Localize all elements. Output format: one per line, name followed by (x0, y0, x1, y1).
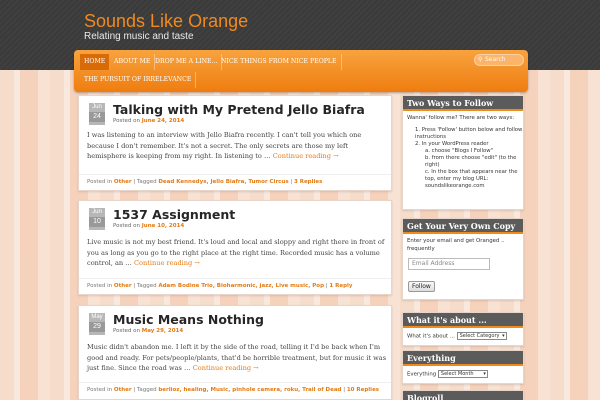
tag-links[interactable]: Adam Bodine Trio, Bioharmonic, jazz, Liv… (158, 283, 324, 289)
widget-title: Two Ways to Follow (403, 96, 523, 111)
follow-step-1: 1. Press 'Follow' button below and follo… (415, 126, 523, 140)
post-meta: Posted on June 10, 2014 (113, 223, 184, 229)
post-month: Jun (92, 104, 102, 110)
post-title[interactable]: Talking with My Pretend Jello Biafra (113, 102, 365, 117)
nav-item-nice-things[interactable]: Nice things from nice people (217, 54, 342, 70)
post-date-badge: Jun 24 (89, 103, 105, 125)
follow-step-2b: b. from there choose "edit" (to the righ… (425, 154, 517, 168)
archive-row: Everything Select Month ▾ (403, 366, 523, 382)
post-footer: Posted in Other | Tagged Adam Bodine Tri… (79, 278, 391, 293)
post-day: 29 (89, 322, 105, 332)
tagged-label: | Tagged (133, 387, 157, 393)
follow-step-2: 2. In your WordPress reader (415, 140, 489, 147)
replies-link[interactable]: 10 Replies (347, 387, 379, 393)
category-label: What it's about ... (407, 333, 455, 340)
replies-link[interactable]: 3 Replies (294, 179, 322, 185)
widget-title: Everything (403, 351, 523, 366)
continue-reading-link[interactable]: Continue reading → (134, 259, 200, 267)
category-link[interactable]: Other (114, 179, 132, 185)
post-month: May (91, 314, 103, 320)
widget-two-ways-to-follow: Two Ways to Follow Wanna' follow me? The… (402, 95, 524, 210)
follow-step-2c: c. In the box that appears near the top,… (425, 168, 518, 189)
continue-reading-link[interactable]: Continue reading → (273, 152, 339, 160)
tagged-label: | Tagged (133, 283, 157, 289)
site-title[interactable]: Sounds Like Orange (84, 11, 248, 32)
replies-link[interactable]: 1 Reply (329, 283, 352, 289)
search-icon: ⚲ (478, 56, 483, 63)
month-select[interactable]: Select Month ▾ (437, 370, 488, 378)
post-excerpt: Music didn't abandon me. I left it by th… (87, 342, 387, 374)
nav-item-irrelevance[interactable]: The Pursuit of Irrelevance (80, 72, 197, 88)
search-input[interactable]: ⚲ Search (474, 54, 524, 66)
post-date-badge: Jun 10 (89, 208, 105, 230)
posted-in-label: Posted in (87, 179, 113, 185)
post-date-link[interactable]: June 10, 2014 (142, 223, 185, 229)
post-card: Jun 10 1537 Assignment Posted on June 10… (78, 200, 392, 295)
email-field[interactable]: Email Address (408, 258, 490, 270)
widget-title: Get Your Very Own Copy (403, 219, 523, 234)
post-excerpt-text: Live music is not my best friend. It's l… (87, 238, 385, 267)
widget-blogroll: Blogroll (402, 390, 524, 400)
post-month: Jun (92, 209, 102, 215)
follow-button[interactable]: Follow (408, 281, 435, 292)
follow-intro: Wanna' follow me? There are two ways: (407, 115, 515, 121)
post-title[interactable]: 1537 Assignment (113, 207, 235, 222)
posted-in-label: Posted in (87, 387, 113, 393)
category-select[interactable]: Select Category ▾ (456, 332, 507, 340)
category-link[interactable]: Other (114, 283, 132, 289)
post-meta: Posted on May 29, 2014 (113, 328, 183, 334)
posted-label: Posted on (113, 223, 140, 229)
post-footer: Posted in Other | Tagged berlioz, healin… (79, 382, 391, 397)
posted-in-label: Posted in (87, 283, 113, 289)
widget-categories: What it's about ... What it's about ... … (402, 312, 524, 346)
posted-label: Posted on (113, 118, 140, 124)
nav-item-about[interactable]: About Me (110, 54, 156, 70)
post-footer: Posted in Other | Tagged Dead Kennedys, … (79, 174, 391, 189)
post-excerpt: Live music is not my best friend. It's l… (87, 237, 387, 269)
post-title[interactable]: Music Means Nothing (113, 312, 264, 327)
subscribe-text: Enter your email and get Oranged .. freq… (407, 238, 505, 252)
site-description: Relating music and taste (84, 31, 194, 42)
posted-label: Posted on (113, 328, 140, 334)
category-link[interactable]: Other (114, 387, 132, 393)
post-date-badge: May 29 (89, 313, 105, 335)
continue-reading-link[interactable]: Continue reading → (193, 364, 259, 372)
nav-item-home[interactable]: Home (80, 54, 111, 70)
widget-title: Blogroll (403, 391, 523, 400)
widget-email-subscribe: Get Your Very Own Copy Enter your email … (402, 218, 524, 300)
main-nav: Home About Me Drop me a line... Nice thi… (74, 50, 528, 92)
tag-links[interactable]: Dead Kennedys, Jello Biafra, Tumor Circu… (158, 179, 288, 185)
search-placeholder: Search (485, 56, 506, 63)
post-date-link[interactable]: June 24, 2014 (142, 118, 185, 124)
widget-title: What it's about ... (403, 313, 523, 328)
post-excerpt: I was listening to an interview with Jel… (87, 130, 387, 162)
post-date-link[interactable]: May 29, 2014 (142, 328, 183, 334)
follow-steps: 1. Press 'Follow' button below and follo… (403, 125, 523, 190)
chevron-down-icon: ▾ (483, 371, 486, 377)
archive-label: Everything (407, 371, 437, 378)
follow-step-2a: a. choose "Blogs I Follow" (425, 147, 493, 154)
chevron-down-icon: ▾ (502, 333, 505, 339)
tag-links[interactable]: berlioz, healing, Music, pinhole camera,… (158, 387, 341, 393)
widget-archives: Everything Everything Select Month ▾ (402, 350, 524, 384)
tagged-label: | Tagged (133, 179, 157, 185)
post-meta: Posted on June 24, 2014 (113, 118, 184, 124)
nav-item-contact[interactable]: Drop me a line... (151, 54, 223, 70)
post-day: 10 (89, 217, 105, 227)
post-day: 24 (89, 112, 105, 122)
post-card: May 29 Music Means Nothing Posted on May… (78, 305, 392, 400)
category-row: What it's about ... Select Category ▾ (403, 328, 523, 344)
post-card: Jun 24 Talking with My Pretend Jello Bia… (78, 95, 392, 191)
